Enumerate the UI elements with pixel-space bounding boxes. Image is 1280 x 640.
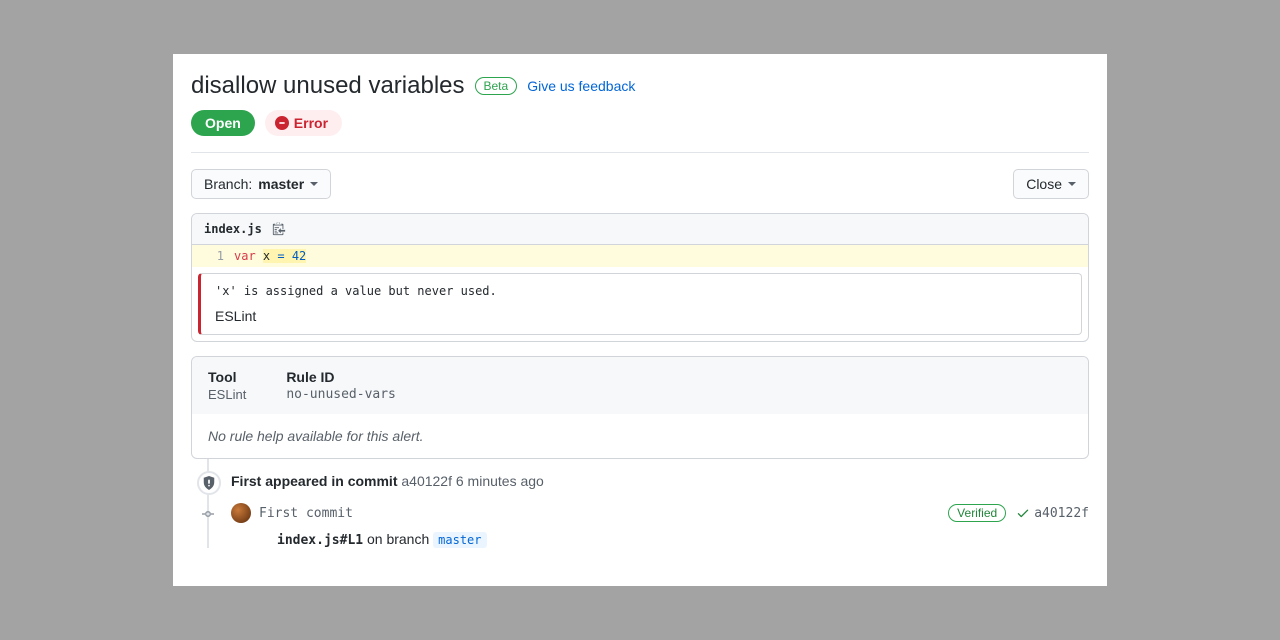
commit-hash-link[interactable]: a40122f [1016,506,1089,521]
commit-sub: index.js#L1 on branch master [231,531,1089,548]
message-box: 'x' is assigned a value but never used. … [198,273,1082,335]
commit-dot [202,507,214,519]
file-name: index.js [204,222,262,236]
rule-label: Rule ID [286,369,396,385]
status-error-pill: Error [265,110,342,136]
tool-column: Tool ESLint [208,369,246,402]
caret-down-icon [1068,182,1076,186]
first-time: 6 minutes ago [456,473,544,489]
code-line: 1 var x = 42 [192,245,1088,267]
first-hash: a40122f [401,473,452,489]
details-top: Tool ESLint Rule ID no-unused-vars [192,357,1088,414]
header-row: disallow unused variables Beta Give us f… [191,72,1089,100]
code-keyword: var [234,249,256,263]
commit-hash: a40122f [1034,506,1089,521]
close-button[interactable]: Close [1013,169,1089,199]
avatar[interactable] [231,503,251,523]
details-box: Tool ESLint Rule ID no-unused-vars No ru… [191,356,1089,459]
message-text: 'x' is assigned a value but never used. [215,284,1067,298]
line-number: 1 [192,245,234,267]
timeline-commit: First commit Verified a40122f index.js#L… [191,503,1089,548]
caret-down-icon [310,182,318,186]
help-text: No rule help available for this alert. [192,414,1088,458]
status-row: Open Error [191,110,1089,153]
toolbar-row: Branch: master Close [191,169,1089,199]
message-tool: ESLint [215,308,1067,324]
commit-message[interactable]: First commit [259,506,353,521]
status-open-pill: Open [191,110,255,136]
alert-title: disallow unused variables [191,72,465,100]
check-icon [1016,506,1030,520]
rule-value: no-unused-vars [286,387,396,402]
status-error-label: Error [294,115,328,131]
shield-icon [202,476,216,490]
error-icon [275,116,289,130]
commit-right: Verified a40122f [948,504,1089,522]
code-header: index.js [192,214,1088,245]
beta-badge: Beta [475,77,518,95]
first-appeared-label: First appeared in commit [231,473,397,489]
branch-tag[interactable]: master [433,532,486,548]
branch-prefix: Branch: [204,176,252,192]
timeline: First appeared in commit a40122f 6 minut… [191,459,1089,548]
verified-badge: Verified [948,504,1006,522]
code-box: index.js 1 var x = 42 'x' is assigned a … [191,213,1089,342]
commit-icon [202,508,214,520]
commit-left: First commit [231,503,353,523]
branch-selector[interactable]: Branch: master [191,169,331,199]
timeline-first-appeared: First appeared in commit a40122f 6 minut… [191,473,1089,489]
feedback-link[interactable]: Give us feedback [527,78,635,94]
branch-name: master [258,176,304,192]
code-rest: = 42 [270,249,306,263]
copy-icon[interactable] [272,222,286,236]
alert-detail-card: disallow unused variables Beta Give us f… [173,54,1107,586]
shield-badge [197,471,221,495]
file-line-link[interactable]: index.js#L1 [277,533,363,548]
rule-column: Rule ID no-unused-vars [286,369,396,402]
first-appeared-text: First appeared in commit a40122f 6 minut… [231,473,1089,489]
tool-label: Tool [208,369,246,385]
tool-value: ESLint [208,387,246,402]
code-content: var x = 42 [234,245,306,267]
commit-row: First commit Verified a40122f [231,503,1089,523]
branch-prefix-text: on branch [363,531,433,547]
code-highlight: x = 42 [263,249,306,263]
close-label: Close [1026,176,1062,192]
